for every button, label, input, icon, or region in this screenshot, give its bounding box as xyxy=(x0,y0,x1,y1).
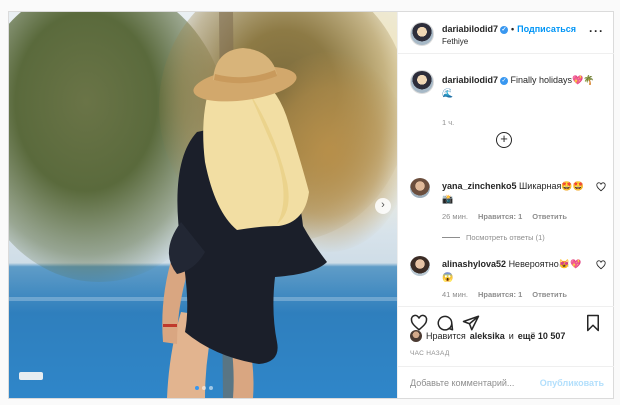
post-sidebar: dariabilodid7 ✓ • Подписаться Fethiye ··· d… xyxy=(397,12,614,398)
heart-icon[interactable] xyxy=(596,182,606,192)
comment-username[interactable]: alinashylova52 xyxy=(442,259,506,269)
verified-icon: ✓ xyxy=(500,76,509,85)
likes-prefix: Нравится xyxy=(426,331,466,341)
likes-others[interactable]: ещё 10 507 xyxy=(518,331,566,341)
caption-text-block: dariabilodid7 ✓ Finally holidays💖🌴🌊 xyxy=(442,74,602,100)
replies-line xyxy=(442,237,460,238)
likes-summary[interactable]: Нравится aleksika и ещё 10 507 xyxy=(410,330,565,342)
header-username-row: dariabilodid7 ✓ • Подписаться xyxy=(442,24,576,34)
caption-username[interactable]: dariabilodid7 xyxy=(442,75,498,85)
avatar[interactable] xyxy=(410,70,434,94)
comment-likes[interactable]: Нравится: 1 xyxy=(478,290,522,299)
comment-text: Шикарная xyxy=(519,181,562,191)
reply-button[interactable]: Ответить xyxy=(532,212,567,221)
comment-time: 41 мин. xyxy=(442,290,468,299)
view-replies-button[interactable]: Посмотреть ответы (1) xyxy=(442,233,545,242)
comment-username[interactable]: yana_zinchenko5 xyxy=(442,181,517,191)
username-link[interactable]: dariabilodid7 xyxy=(442,24,498,34)
carousel-dot xyxy=(202,386,206,390)
carousel-dot xyxy=(209,386,213,390)
carousel-dots xyxy=(195,386,213,390)
location-link[interactable]: Fethiye xyxy=(442,37,468,46)
avatar[interactable] xyxy=(410,178,430,198)
likes-user[interactable]: aleksika xyxy=(470,331,505,341)
avatar xyxy=(410,330,422,342)
more-icon[interactable]: ··· xyxy=(589,24,604,38)
avatar[interactable] xyxy=(410,256,430,276)
comment-text-block: yana_zinchenko5 Шикарная🤩🤩📸 xyxy=(442,180,592,206)
caption-text: Finally holidays xyxy=(510,75,573,85)
post-photo[interactable]: › xyxy=(9,12,397,398)
comment-likes[interactable]: Нравится: 1 xyxy=(478,212,522,221)
caption-time[interactable]: 1 ч. xyxy=(442,118,454,127)
likes-middle: и xyxy=(508,331,514,341)
comment-input[interactable]: Добавьте комментарий... xyxy=(410,378,514,388)
carousel-dot-active xyxy=(195,386,199,390)
comment-meta: 41 мин. Нравится: 1 Ответить xyxy=(442,290,567,299)
comment-meta: 26 мин. Нравится: 1 Ответить xyxy=(442,212,567,221)
comment-text-block: alinashylova52 Невероятно😻💖😱 xyxy=(442,258,592,284)
post-modal: › dariabilodid7 ✓ • Подписаться Fethiye ···… xyxy=(8,11,614,399)
woman-figure xyxy=(162,12,327,398)
post-header: dariabilodid7 ✓ • Подписаться Fethiye ··· xyxy=(398,12,614,54)
post-time-ago: ЧАС НАЗАД xyxy=(410,350,450,357)
publish-button[interactable]: Опубликовать xyxy=(540,378,604,388)
view-replies-label: Посмотреть ответы (1) xyxy=(466,233,545,242)
comment-text: Невероятно xyxy=(508,259,559,269)
comment-time: 26 мин. xyxy=(442,212,468,221)
add-comment-bar: Добавьте комментарий... Опубликовать xyxy=(398,366,614,398)
plus-circle-icon[interactable]: + xyxy=(496,132,512,148)
reply-button[interactable]: Ответить xyxy=(532,290,567,299)
next-arrow-icon[interactable]: › xyxy=(375,198,391,214)
avatar[interactable] xyxy=(410,22,434,46)
heart-icon[interactable] xyxy=(596,260,606,270)
follow-button[interactable]: Подписаться xyxy=(517,24,576,34)
bookmark-icon[interactable] xyxy=(584,314,602,332)
separator-dot: • xyxy=(511,24,515,34)
verified-icon: ✓ xyxy=(500,25,509,34)
